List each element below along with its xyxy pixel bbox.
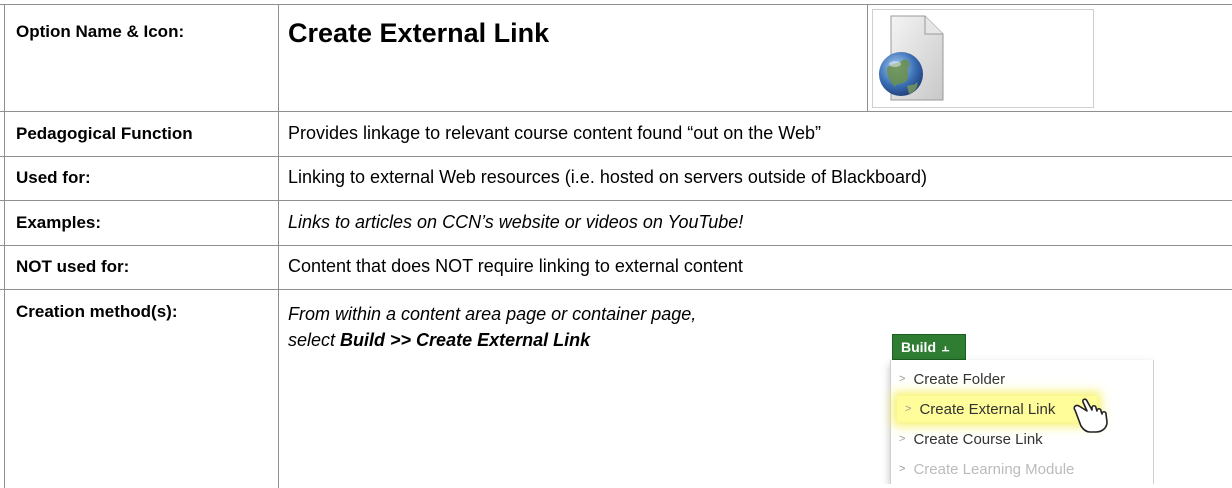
chevron-right-icon: > [899, 463, 906, 475]
option-table: Option Name & Icon: Create External Link [0, 0, 1232, 488]
creation-line-2: select Build >> Create External Link [288, 327, 696, 353]
build-button[interactable]: Build ⫠︎ [892, 334, 966, 360]
build-menu-list: > Create Folder > Create External Link >… [890, 360, 1154, 484]
creation-line-1: From within a content area page or conta… [288, 304, 697, 324]
creation-line-2-prefix: select [288, 330, 341, 350]
build-menu-screenshot: Build ⫠︎ > Create Folder > Create Extern… [874, 334, 1154, 484]
row-label-used-for: Used for: [16, 168, 91, 187]
row-label-creation: Creation method(s): [16, 302, 178, 321]
creation-instructions: From within a content area page or conta… [288, 301, 696, 353]
row-label-not-used-for: NOT used for: [16, 257, 130, 276]
menu-item-label: Create Learning Module [913, 460, 1075, 478]
menu-item-label: Create External Link [919, 400, 1056, 418]
build-button-label: Build [901, 339, 936, 355]
icon-frame [872, 9, 1094, 108]
table-border-left [4, 4, 5, 488]
row-value-examples: Links to articles on CCN’s website or vi… [288, 212, 744, 232]
menu-item-create-external-link[interactable]: > Create External Link [897, 396, 1097, 422]
chevron-right-icon: > [905, 403, 912, 415]
table-divider [0, 245, 1232, 246]
table-column-divider [278, 4, 279, 488]
menu-item-label: Create Course Link [913, 430, 1043, 448]
menu-item-create-learning-module[interactable]: > Create Learning Module [891, 456, 1153, 482]
hand-pointer-icon [1071, 396, 1115, 434]
table-divider [0, 289, 1232, 290]
row-value-not-used-for: Content that does NOT require linking to… [288, 256, 743, 276]
table-column-divider [867, 4, 868, 112]
page-title: Create External Link [288, 18, 550, 48]
row-label-pedagogical: Pedagogical Function [16, 124, 193, 143]
row-value-pedagogical: Provides linkage to relevant course cont… [288, 123, 821, 143]
chevron-right-icon: > [899, 433, 906, 445]
chevron-down-icon: ⫠︎ [942, 339, 950, 354]
creation-line-2-bold: Build >> Create External Link [340, 330, 591, 350]
table-divider [0, 156, 1232, 157]
row-value-used-for: Linking to external Web resources (i.e. … [288, 167, 927, 187]
table-divider [0, 200, 1232, 201]
chevron-right-icon: > [899, 373, 906, 385]
menu-item-create-folder[interactable]: > Create Folder [891, 366, 1153, 392]
header-label: Option Name & Icon: [16, 22, 185, 41]
table-border-top [0, 4, 1232, 5]
menu-item-label: Create Folder [913, 370, 1006, 388]
table-divider [0, 111, 1232, 112]
row-label-examples: Examples: [16, 213, 102, 232]
globe-document-icon [877, 12, 947, 109]
